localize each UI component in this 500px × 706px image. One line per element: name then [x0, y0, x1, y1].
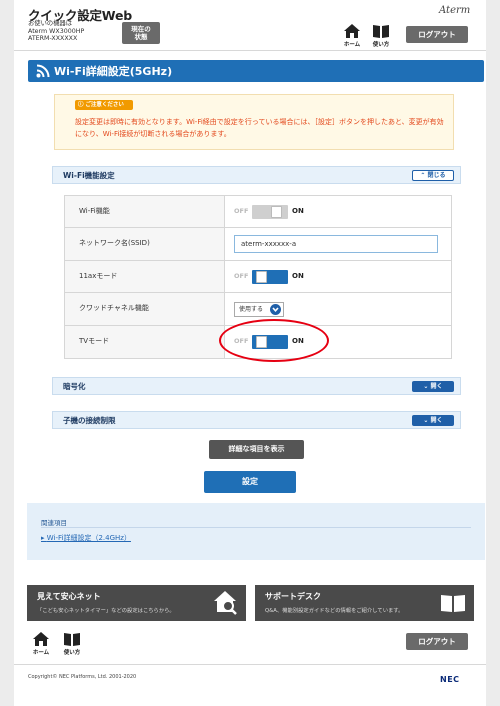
on-label: ON — [292, 207, 304, 215]
chevron-down-icon: ⌄ — [423, 417, 429, 424]
footer-divider — [14, 664, 486, 665]
row-label: 11axモード — [65, 260, 225, 293]
device-info: お使いの機器は Aterm WX3000HP ATERM-XXXXXX — [28, 20, 84, 43]
home-label: ホーム — [32, 650, 50, 656]
client-limit-header[interactable]: 子機の接続制限 ⌄ 開く — [52, 411, 461, 429]
notice-badge-label: ご注意ください — [85, 102, 124, 108]
device-model: Aterm WX3000HP — [28, 27, 85, 35]
page: クイック設定Web お使いの機器は Aterm WX3000HP ATERM-X… — [14, 0, 486, 706]
expand-label: 開く — [430, 383, 443, 390]
footer-home-nav[interactable]: ホーム — [28, 632, 54, 656]
row-label: ネットワーク名(SSID) — [65, 228, 225, 260]
row-label: TVモード — [65, 325, 225, 358]
usage-nav[interactable]: 使い方 — [368, 24, 394, 48]
notice-box: ⓘ ご注意ください 設定変更は即時に有効となります。Wi-Fi経由で設定を行って… — [54, 94, 454, 150]
home-label: ホーム — [343, 42, 361, 48]
page-title-bar: Wi-Fi詳細設定(5GHz) — [28, 60, 484, 82]
book-icon — [441, 595, 465, 612]
collapse-button[interactable]: ⌃ 閉じる — [412, 170, 454, 181]
row-label: Wi-Fi機能 — [65, 196, 225, 228]
usage-label: 使い方 — [63, 650, 81, 656]
book-icon — [373, 25, 389, 38]
related-link[interactable]: ▸ Wi-Fi詳細設定（2.4GHz） — [41, 533, 131, 543]
section-title: Wi-Fi機能設定 — [63, 171, 115, 180]
expand-label: 開く — [430, 417, 443, 424]
toggle-track — [252, 269, 288, 284]
related-section: 関連項目 ▸ Wi-Fi詳細設定（2.4GHz） — [27, 503, 485, 560]
copyright: Copyright© NEC Platforms, Ltd. 2001-2020 — [28, 674, 137, 680]
device-caption: お使いの機器は — [28, 20, 73, 27]
toggle-track — [252, 205, 288, 219]
collapse-label: 閉じる — [427, 172, 446, 179]
select-value: 使用する — [239, 306, 264, 314]
wifi-function-header: Wi-Fi機能設定 ⌃ 閉じる — [52, 166, 461, 184]
banner-subtitle: 「こども安心ネットタイマー」などの設定はこちらから。 — [37, 608, 175, 614]
off-label: OFF — [234, 271, 249, 280]
support-desk-banner[interactable]: サポートデスク Q&A、機能別設定ガイドなどの情報をご紹介しています。 — [255, 585, 474, 621]
nec-logo: NEC — [440, 675, 460, 684]
banner-title: サポートデスク — [265, 592, 321, 601]
footer-logout-button[interactable]: ログアウト — [406, 633, 468, 650]
on-label: ON — [292, 271, 304, 280]
expand-button[interactable]: ⌄ 開く — [412, 415, 454, 426]
chevron-up-icon: ⌃ — [420, 172, 426, 179]
banner-subtitle: Q&A、機能別設定ガイドなどの情報をご紹介しています。 — [265, 608, 404, 614]
table-row: 11axモード OFF ON — [65, 260, 451, 294]
notice-badge: ⓘ ご注意ください — [75, 100, 133, 110]
page-title: Wi-Fi詳細設定(5GHz) — [54, 65, 173, 78]
row-label: クワッドチャネル機能 — [65, 293, 225, 325]
related-heading: 関連項目 — [41, 519, 67, 527]
table-row: ネットワーク名(SSID) aterm-xxxxxx-a — [65, 228, 451, 261]
ssid-input[interactable]: aterm-xxxxxx-a — [234, 235, 438, 254]
book-icon — [64, 633, 80, 646]
off-label: OFF — [234, 207, 249, 215]
footer-usage-nav[interactable]: 使い方 — [59, 632, 85, 656]
header-divider — [14, 50, 486, 51]
status-button[interactable]: 現在の 状態 — [122, 22, 160, 44]
show-details-button[interactable]: 詳細な項目を表示 — [209, 440, 304, 459]
section-title: 子機の接続制限 — [63, 416, 116, 425]
toggle-knob[interactable] — [271, 206, 282, 218]
chevron-down-icon — [270, 304, 281, 316]
home-icon — [344, 24, 360, 38]
safety-net-banner[interactable]: 見えて安心ネット 「こども安心ネットタイマー」などの設定はこちらから。 — [27, 585, 246, 621]
banner-title: 見えて安心ネット — [37, 592, 101, 601]
quad-channel-select[interactable]: 使用する — [234, 302, 284, 318]
logout-button[interactable]: ログアウト — [406, 26, 468, 43]
highlight-ellipse — [219, 319, 329, 362]
related-link-label: Wi-Fi詳細設定（2.4GHz） — [46, 534, 131, 542]
save-button[interactable]: 設定 — [204, 471, 296, 493]
encryption-header[interactable]: 暗号化 ⌄ 開く — [52, 377, 461, 395]
device-serial: ATERM-XXXXXX — [28, 35, 78, 42]
chevron-down-icon: ⌄ — [423, 383, 429, 390]
home-nav[interactable]: ホーム — [339, 24, 365, 48]
table-row: Wi-Fi機能 OFF ON — [65, 196, 451, 229]
brand-logo: Aterm — [439, 5, 471, 16]
divider — [41, 527, 471, 528]
notice-text: 設定変更は即時に有効となります。Wi-Fi経由で設定を行っている場合には、［設定… — [75, 118, 444, 138]
toggle-knob[interactable] — [256, 270, 267, 283]
section-title: 暗号化 — [63, 382, 86, 391]
home-icon — [33, 632, 49, 646]
usage-label: 使い方 — [372, 42, 390, 48]
expand-button[interactable]: ⌄ 開く — [412, 381, 454, 392]
wifi-icon — [36, 64, 50, 78]
house-search-icon — [214, 591, 237, 615]
